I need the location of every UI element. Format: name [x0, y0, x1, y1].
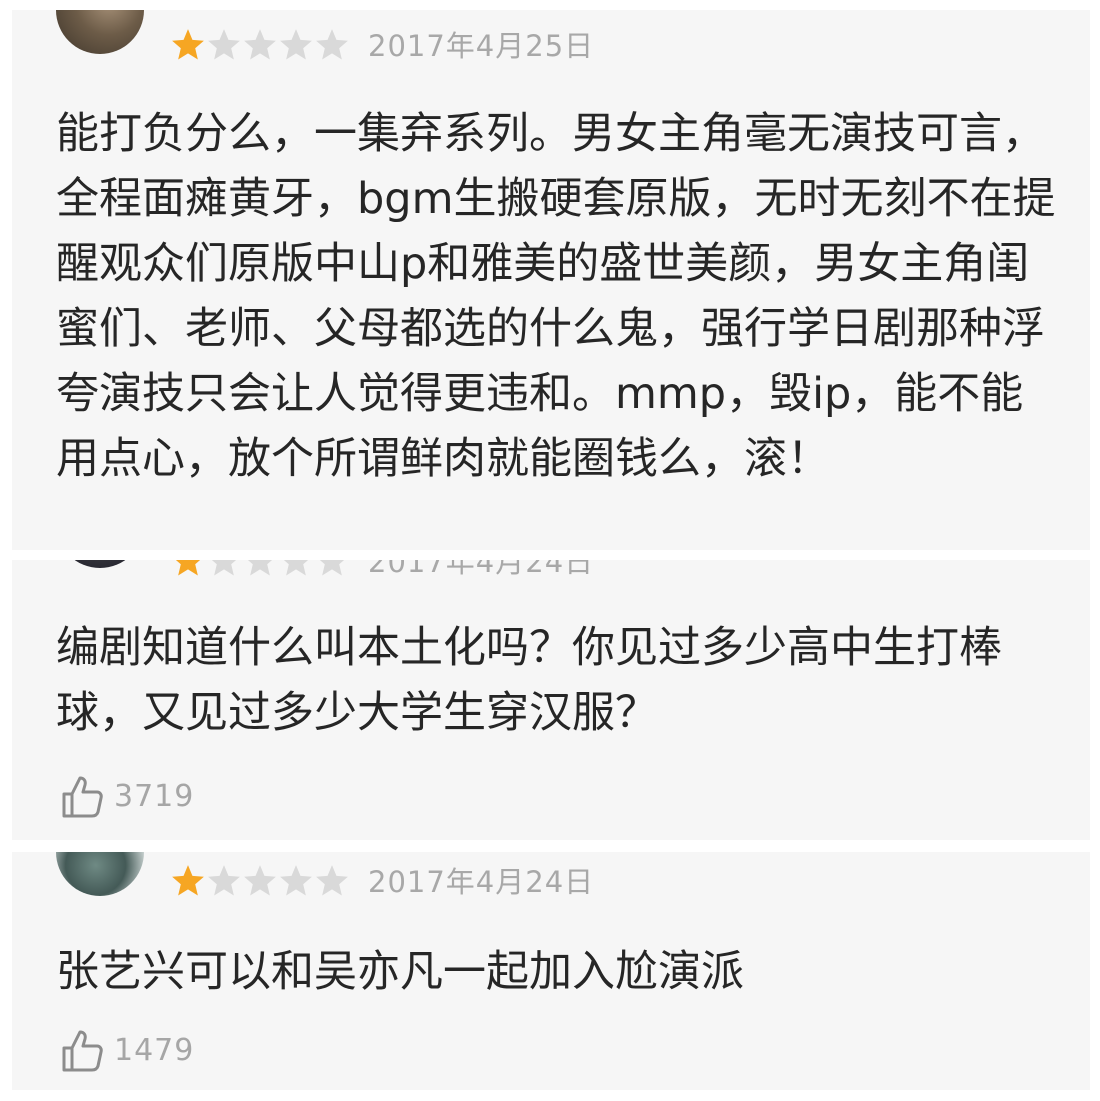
user-avatar[interactable] [56, 10, 144, 54]
review-date: 2017年4月24日 [368, 865, 595, 899]
star-empty-icon [244, 865, 276, 896]
review-text: 编剧知道什么叫本土化吗？你见过多少高中生打棒球，又见过多少大学生穿汉服？ [56, 623, 1002, 738]
star-empty-icon [316, 29, 348, 60]
like-count: 3719 [114, 778, 195, 814]
user-avatar[interactable] [56, 560, 144, 568]
rating-row: 2017年4月24日 [170, 860, 594, 900]
star-empty-icon [208, 29, 240, 60]
star-rating [170, 560, 350, 577]
rating-row: 2017年4月25日 [170, 24, 594, 64]
review-card: 2017年4月24日 张艺兴可以和吴亦凡一起加入尬演派 1479 [12, 852, 1090, 1090]
review-text: 张艺兴可以和吴亦凡一起加入尬演派 [56, 947, 744, 997]
star-empty-icon [211, 560, 237, 576]
like-count: 1479 [114, 1032, 195, 1068]
thumbs-up-icon [62, 776, 103, 818]
star-empty-icon [208, 865, 240, 896]
review-date: 2017年4月25日 [368, 29, 595, 63]
review-card: 2017年4月24日 编剧知道什么叫本土化吗？你见过多少高中生打棒球，又见过多少… [12, 560, 1090, 840]
thumbs-up-icon [62, 1030, 103, 1072]
star-empty-icon [280, 865, 312, 896]
review-card: 2017年4月25日 能打负分么，一集弃系列。男女主角毫无演技可言，全程面瘫黄牙… [12, 10, 1090, 550]
rating-row: 2017年4月24日 [170, 560, 594, 580]
star-filled-icon [175, 560, 201, 576]
star-empty-icon [247, 560, 273, 576]
star-empty-icon [283, 560, 309, 576]
star-filled-icon [172, 29, 204, 60]
star-filled-icon [172, 865, 204, 896]
review-date: 2017年4月24日 [368, 560, 595, 579]
like-button[interactable]: 1479 [58, 1024, 194, 1076]
star-rating [170, 27, 350, 61]
star-rating [170, 863, 350, 897]
star-empty-icon [244, 29, 276, 60]
like-button[interactable]: 3719 [58, 770, 194, 822]
star-empty-icon [316, 865, 348, 896]
star-empty-icon [280, 29, 312, 60]
user-avatar[interactable] [56, 852, 144, 896]
review-text: 能打负分么，一集弃系列。男女主角毫无演技可言，全程面瘫黄牙，bgm生搬硬套原版，… [56, 109, 1056, 484]
star-empty-icon [319, 560, 345, 576]
